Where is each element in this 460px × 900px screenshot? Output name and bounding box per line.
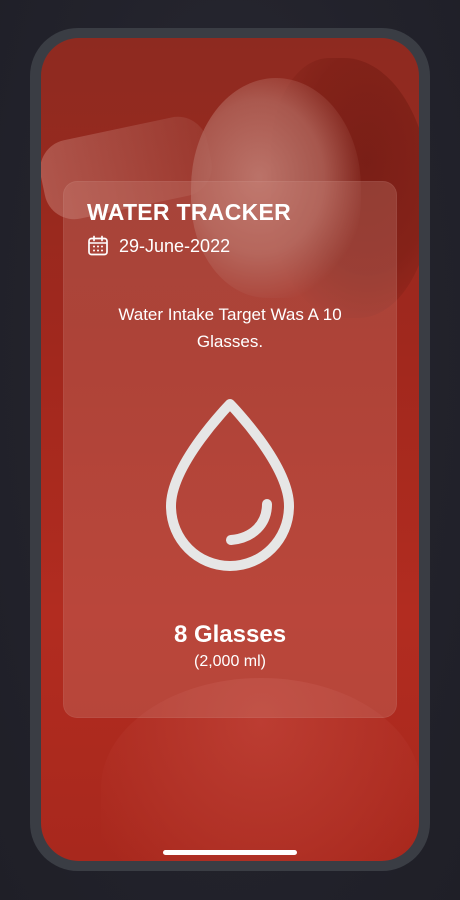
date-row: 29-June-2022 <box>87 235 230 257</box>
water-drop-icon <box>166 399 294 571</box>
home-indicator[interactable] <box>163 850 297 855</box>
page-background: WATER TRACKER 29-June-2022 Water Intake … <box>0 0 460 900</box>
intake-count: 8 Glasses <box>173 621 287 648</box>
phone-frame: WATER TRACKER 29-June-2022 Water Intake … <box>30 28 430 871</box>
intake-volume: (2,000 ml) <box>193 653 267 670</box>
water-tracker-card: WATER TRACKER 29-June-2022 Water Intake … <box>63 181 397 718</box>
date-label: 29-June-2022 <box>119 235 231 256</box>
phone-screen: WATER TRACKER 29-June-2022 Water Intake … <box>41 38 419 861</box>
calendar-icon <box>88 235 108 256</box>
page-title: WATER TRACKER <box>87 199 292 225</box>
target-message: Water Intake Target Was A 10 Glasses. <box>118 305 342 351</box>
